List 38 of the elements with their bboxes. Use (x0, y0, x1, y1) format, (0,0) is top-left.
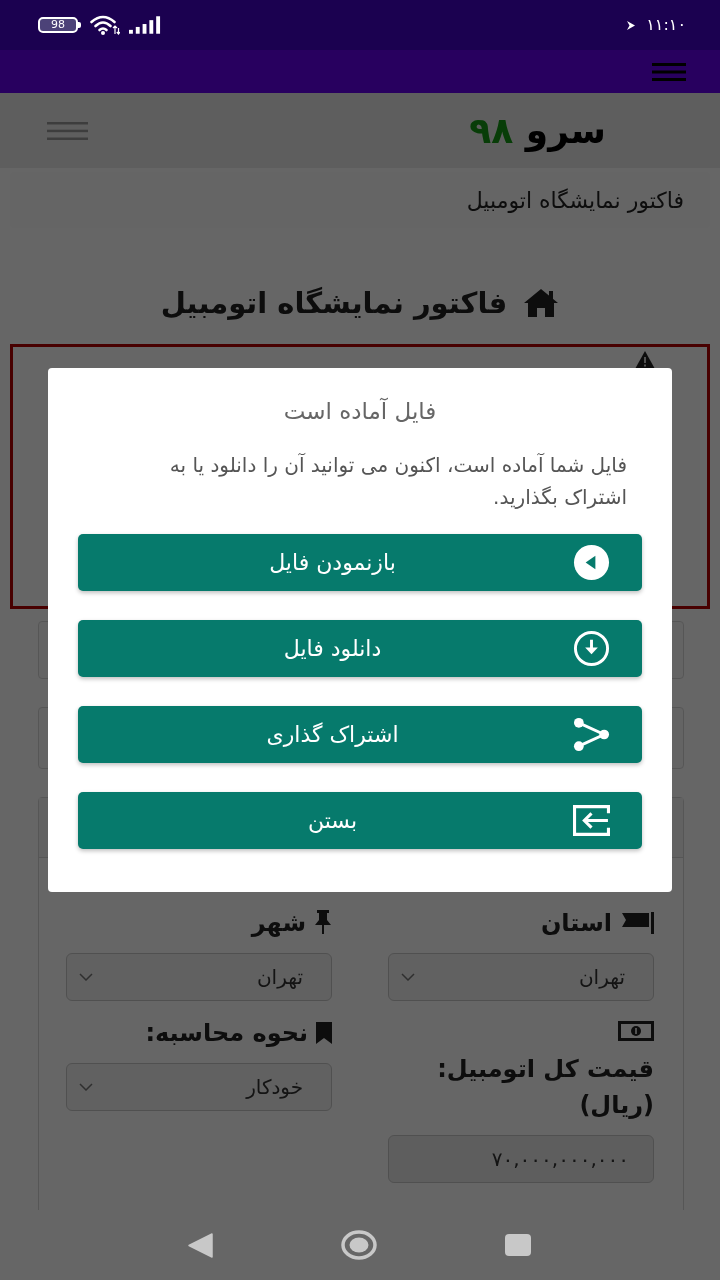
chevron-down-icon (79, 1083, 93, 1091)
download-button[interactable]: دانلود فایل (78, 620, 642, 677)
arrow-into-box-icon (573, 802, 610, 839)
close-button[interactable]: بستن (78, 792, 642, 849)
download-icon (573, 630, 610, 667)
menu-icon[interactable] (47, 121, 88, 140)
dialog-message: فایل شما آماده است، اکنون می توانید آن را دانلود یا به اشتراک بگذارید. (168, 452, 628, 511)
signal-icon (129, 16, 162, 34)
home-icon (523, 288, 560, 318)
pushpin-icon (314, 910, 332, 934)
select-field[interactable]: تهران (388, 953, 654, 1001)
back-icon[interactable] (188, 1232, 213, 1258)
left-triangle-circle-icon (573, 544, 610, 581)
battery-level-text: 98 (51, 19, 65, 31)
share-icon (573, 716, 610, 753)
square-icon[interactable] (505, 1234, 531, 1256)
logo-text[interactable]: سرو ۹۸ (469, 108, 606, 153)
home-circle-icon[interactable] (341, 1230, 377, 1260)
clock-text: ۱۱:۱۰ (646, 15, 686, 35)
field-label: شهر (251, 908, 306, 939)
share-button[interactable]: اشتراک گذاری (78, 706, 642, 763)
flag-icon (620, 912, 654, 934)
field-label: استان (540, 908, 612, 939)
open-file-button[interactable]: بازنمودن فایل (78, 534, 642, 591)
select-field[interactable]: خودکار (66, 1063, 332, 1111)
select-field[interactable]: تهران (66, 953, 332, 1001)
input-field[interactable]: ۷۰,۰۰۰,۰۰۰,۰۰۰ (388, 1135, 654, 1183)
menu-icon[interactable] (652, 62, 686, 81)
wifi-icon (90, 15, 120, 35)
field-label: نحوه محاسبه: (145, 1018, 308, 1049)
bookmark-icon (316, 1022, 332, 1044)
dialog-title: فایل آماده است (282, 396, 438, 426)
field-label: قیمت کل اتومبیل: (ریال) (436, 1054, 654, 1121)
play-icon (626, 19, 637, 31)
chevron-down-icon (79, 973, 93, 981)
banknote-icon (618, 1021, 654, 1041)
page-title: فاکتور نمایشگاه اتومبیل (160, 286, 508, 320)
chevron-down-icon (401, 973, 415, 981)
